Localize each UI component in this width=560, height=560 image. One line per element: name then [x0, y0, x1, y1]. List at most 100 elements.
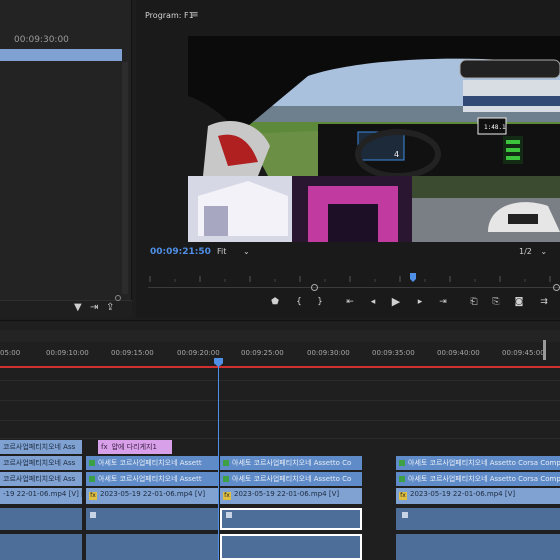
- timeline-scroll-handle[interactable]: [543, 340, 546, 360]
- a1-clip-left[interactable]: [0, 508, 82, 530]
- v2-clip-b[interactable]: 아세토 코르사업페티치오네 Assetto Co: [220, 472, 362, 486]
- zoom-select-value: Fit: [217, 247, 227, 256]
- v2-clip-left-label: 코르사업페티치오네 Ass: [3, 475, 76, 483]
- v1-clip-b[interactable]: fx 2023-05-19 22-01-06.mp4 [V]: [220, 488, 362, 504]
- scrub-handle-right-icon[interactable]: [553, 284, 560, 291]
- track-divider: [0, 420, 560, 421]
- race-video-frame-art: 1:48.1 4: [188, 36, 560, 242]
- a2-clip-a[interactable]: [86, 534, 218, 560]
- a2-clip-b-selected[interactable]: [220, 534, 362, 560]
- v2-clip-left[interactable]: 코르사업페티치오네 Ass: [0, 472, 82, 486]
- chevron-down-icon: ⌄: [540, 247, 548, 256]
- v2-clip-a-label: 아세토 코르사업페티치오네 Assett: [98, 475, 202, 483]
- fx-badge-icon: fx: [223, 492, 231, 500]
- track-divider: [0, 400, 560, 401]
- more-icon[interactable]: ⇉: [537, 297, 551, 307]
- source-ruler-timecode: 00:09:30:00: [14, 35, 69, 45]
- fx-badge-icon: fx: [89, 492, 97, 500]
- in-icon[interactable]: {: [292, 297, 306, 307]
- scrub-handle-left-icon[interactable]: [311, 284, 318, 291]
- a1-clip-b-selected[interactable]: [220, 508, 362, 530]
- svg-text:1:48.1: 1:48.1: [484, 124, 506, 131]
- ruler-label: 00:09:25:00: [241, 349, 284, 357]
- ruler-label: 00:09:40:00: [437, 349, 480, 357]
- v3-clip-left-label: 코르사업페티치오네 Ass: [3, 459, 76, 467]
- clip-color-icon: [89, 460, 95, 466]
- v1-clip-a-label: 2023-05-19 22-01-06.mp4 [V]: [100, 490, 206, 498]
- fx-icon: fx: [101, 443, 108, 451]
- v3-clip-c-label: 아세토 코르사업페티치오네 Assetto Corsa Competiz: [408, 459, 560, 467]
- track-divider: [0, 438, 560, 439]
- scroll-handle-icon[interactable]: [115, 295, 121, 301]
- ruler-label: 00:09:30:00: [307, 349, 350, 357]
- export-frame-icon[interactable]: ◙: [512, 297, 526, 307]
- v4-clip[interactable]: 코르사업페티치오네 Ass: [0, 440, 82, 454]
- step-back-icon[interactable]: ◂: [366, 297, 380, 307]
- timeline-header: [0, 330, 560, 342]
- title-clip-label: 얍에 다리게지1: [111, 443, 157, 451]
- insert-icon[interactable]: ⇥: [90, 302, 98, 313]
- v4-clip-label: 코르사업페티치오네 Ass: [3, 443, 76, 451]
- program-timecode[interactable]: 00:09:21:50: [150, 247, 211, 257]
- lift-icon[interactable]: ⎗: [467, 297, 481, 307]
- v3-clip-left[interactable]: 코르사업페티치오네 Ass: [0, 456, 82, 470]
- zoom-select[interactable]: Fit ⌄: [217, 247, 261, 258]
- step-forward-icon[interactable]: ▸: [413, 297, 427, 307]
- program-mini-ruler[interactable]: [148, 273, 560, 283]
- chevron-down-icon: ⌄: [242, 247, 250, 256]
- clip-color-icon: [399, 460, 405, 466]
- v3-clip-a-label: 아세토 코르사업페티치오네 Assett: [98, 459, 202, 467]
- program-scrub-bar[interactable]: [148, 287, 560, 288]
- playhead-line[interactable]: [218, 360, 219, 560]
- v3-clip-a[interactable]: 아세토 코르사업페티치오네 Assett: [86, 456, 218, 470]
- clip-color-icon: [223, 476, 229, 482]
- svg-text:4: 4: [394, 150, 399, 159]
- v1-clip-b-label: 2023-05-19 22-01-06.mp4 [V]: [234, 490, 340, 498]
- v3-clip-c[interactable]: 아세토 코르사업페티치오네 Assetto Corsa Competiz: [396, 456, 560, 470]
- panel-menu-icon[interactable]: ≡: [191, 10, 199, 20]
- v1-clip-left[interactable]: -19 22-01-06.mp4 [V] [50%]: [0, 488, 82, 504]
- out-icon[interactable]: }: [313, 297, 327, 307]
- a2-clip-left[interactable]: [0, 534, 82, 560]
- v2-clip-c-label: 아세토 코르사업페티치오네 Assetto Corsa Compe: [408, 475, 560, 483]
- v3-clip-b-label: 아세토 코르사업페티치오네 Assetto Co: [232, 459, 352, 467]
- source-scrollbar[interactable]: [122, 62, 128, 294]
- a2-clip-c[interactable]: [396, 534, 560, 560]
- program-title[interactable]: Program: F1: [145, 11, 194, 20]
- a1-clip-c[interactable]: [396, 508, 560, 530]
- source-selected-range[interactable]: [0, 49, 122, 61]
- audio-keyframe-icon[interactable]: [226, 512, 232, 518]
- v2-clip-a[interactable]: 아세토 코르사업페티치오네 Assett: [86, 472, 218, 486]
- ruler-label: 05:00: [0, 349, 21, 357]
- v1-clip-c[interactable]: fx 2023-05-19 22-01-06.mp4 [V]: [396, 488, 560, 504]
- clip-color-icon: [399, 476, 405, 482]
- a1-clip-a[interactable]: [86, 508, 218, 530]
- program-video-frame: 1:48.1 4: [188, 36, 560, 242]
- fx-badge-icon: fx: [399, 492, 407, 500]
- go-in-icon[interactable]: ⇤: [343, 297, 357, 307]
- marker-icon[interactable]: ⬟: [268, 297, 282, 307]
- ruler-label: 00:09:35:00: [372, 349, 415, 357]
- funnel-icon[interactable]: ▼: [74, 302, 82, 313]
- clip-color-icon: [223, 460, 229, 466]
- play-icon[interactable]: ▶: [389, 295, 403, 308]
- source-panel: [0, 0, 132, 318]
- v1-clip-a[interactable]: fx 2023-05-19 22-01-06.mp4 [V]: [86, 488, 218, 504]
- track-divider: [0, 380, 560, 381]
- v3-clip-b[interactable]: 아세토 코르사업페티치오네 Assetto Co: [220, 456, 362, 470]
- premiere-workspace: 00:09:30:00 ▼ ⇥ ⇪ Program: F1 ≡ 1:48.1 4…: [0, 0, 560, 560]
- v2-clip-b-label: 아세토 코르사업페티치오네 Assetto Co: [232, 475, 352, 483]
- title-clip[interactable]: fx 얍에 다리게지1: [98, 440, 172, 454]
- audio-keyframe-icon[interactable]: [402, 512, 408, 518]
- export-icon[interactable]: ⇪: [106, 302, 114, 313]
- audio-keyframe-icon[interactable]: [90, 512, 96, 518]
- clip-color-icon: [89, 476, 95, 482]
- go-out-icon[interactable]: ⇥: [436, 297, 450, 307]
- render-bar: [0, 366, 560, 368]
- extract-icon[interactable]: ⎘: [489, 297, 503, 307]
- v1-clip-left-label: -19 22-01-06.mp4 [V] [50%]: [3, 490, 82, 498]
- ruler-label: 00:09:45:00: [502, 349, 545, 357]
- v2-clip-c[interactable]: 아세토 코르사업페티치오네 Assetto Corsa Compe: [396, 472, 560, 486]
- resolution-select[interactable]: 1/2 ⌄: [519, 247, 547, 256]
- ruler-label: 00:09:20:00: [177, 349, 220, 357]
